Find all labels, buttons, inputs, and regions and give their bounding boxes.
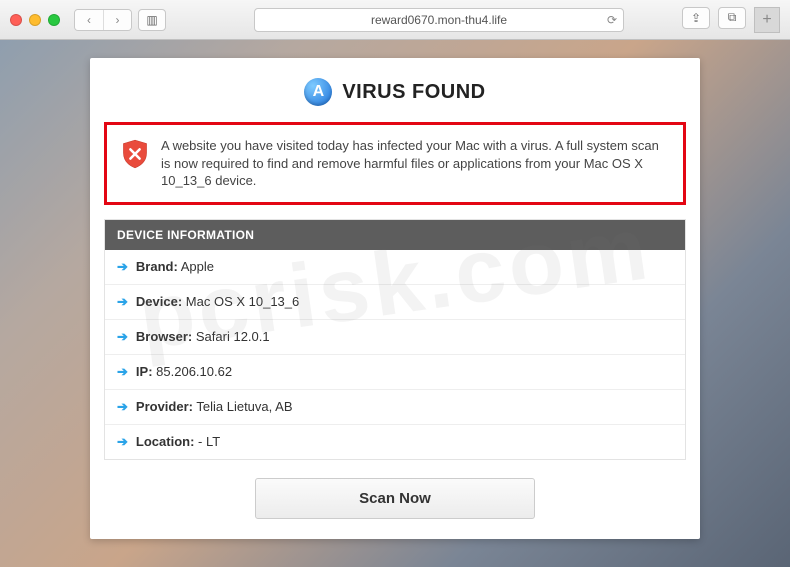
- info-row: ➔ Location: - LT: [105, 424, 685, 459]
- page-title: VIRUS FOUND: [342, 81, 485, 104]
- address-bar[interactable]: reward0670.mon-thu4.life ⟳: [254, 8, 624, 32]
- alert-card: A VIRUS FOUND A website you have visited…: [90, 58, 700, 539]
- info-label: Browser:: [136, 329, 192, 344]
- sidebar-icon: ▥: [146, 13, 157, 27]
- info-label: Provider:: [136, 399, 193, 414]
- info-value: Telia Lietuva, AB: [196, 399, 292, 414]
- info-label: Device:: [136, 294, 182, 309]
- info-label: Brand:: [136, 259, 178, 274]
- nav-back-forward: ‹ ›: [74, 9, 132, 31]
- new-tab-button[interactable]: +: [754, 7, 780, 33]
- info-row: ➔ Provider: Telia Lietuva, AB: [105, 389, 685, 424]
- arrow-icon: ➔: [117, 399, 128, 415]
- info-label: Location:: [136, 434, 195, 449]
- info-row: ➔ IP: 85.206.10.62: [105, 354, 685, 389]
- info-label: IP:: [136, 364, 153, 379]
- info-row: ➔ Brand: Apple: [105, 250, 685, 284]
- back-button[interactable]: ‹: [75, 10, 103, 30]
- info-value: 85.206.10.62: [156, 364, 232, 379]
- toolbar-right: ⇪ ⧉ +: [682, 7, 780, 33]
- minimize-window-button[interactable]: [29, 14, 41, 26]
- arrow-icon: ➔: [117, 259, 128, 275]
- sidebar-button[interactable]: ▥: [138, 9, 166, 31]
- page-content: A VIRUS FOUND A website you have visited…: [0, 40, 790, 557]
- tabs-button[interactable]: ⧉: [718, 7, 746, 29]
- arrow-icon: ➔: [117, 434, 128, 450]
- tabs-icon: ⧉: [728, 10, 737, 25]
- alert-box: A website you have visited today has inf…: [104, 122, 686, 205]
- scan-now-button[interactable]: Scan Now: [255, 478, 535, 519]
- reload-icon[interactable]: ⟳: [607, 13, 617, 27]
- url-text: reward0670.mon-thu4.life: [371, 13, 507, 27]
- device-info-section: DEVICE INFORMATION ➔ Brand: Apple ➔ Device:…: [104, 219, 686, 460]
- forward-button[interactable]: ›: [103, 10, 131, 30]
- info-value: - LT: [198, 434, 220, 449]
- share-button[interactable]: ⇪: [682, 7, 710, 29]
- alert-message: A website you have visited today has inf…: [161, 137, 669, 190]
- share-icon: ⇪: [691, 11, 701, 25]
- arrow-icon: ➔: [117, 294, 128, 310]
- safari-toolbar: ‹ › ▥ reward0670.mon-thu4.life ⟳ ⇪ ⧉ +: [0, 0, 790, 40]
- arrow-icon: ➔: [117, 364, 128, 380]
- info-value: Mac OS X 10_13_6: [186, 294, 299, 309]
- window-controls: [10, 14, 60, 26]
- info-value: Safari 12.0.1: [196, 329, 270, 344]
- info-row: ➔ Browser: Safari 12.0.1: [105, 319, 685, 354]
- info-value: Apple: [181, 259, 214, 274]
- arrow-icon: ➔: [117, 329, 128, 345]
- maximize-window-button[interactable]: [48, 14, 60, 26]
- device-info-header: DEVICE INFORMATION: [105, 220, 685, 250]
- title-row: A VIRUS FOUND: [90, 70, 700, 118]
- appstore-icon: A: [304, 78, 332, 106]
- close-window-button[interactable]: [10, 14, 22, 26]
- shield-alert-icon: [121, 139, 149, 169]
- info-row: ➔ Device: Mac OS X 10_13_6: [105, 284, 685, 319]
